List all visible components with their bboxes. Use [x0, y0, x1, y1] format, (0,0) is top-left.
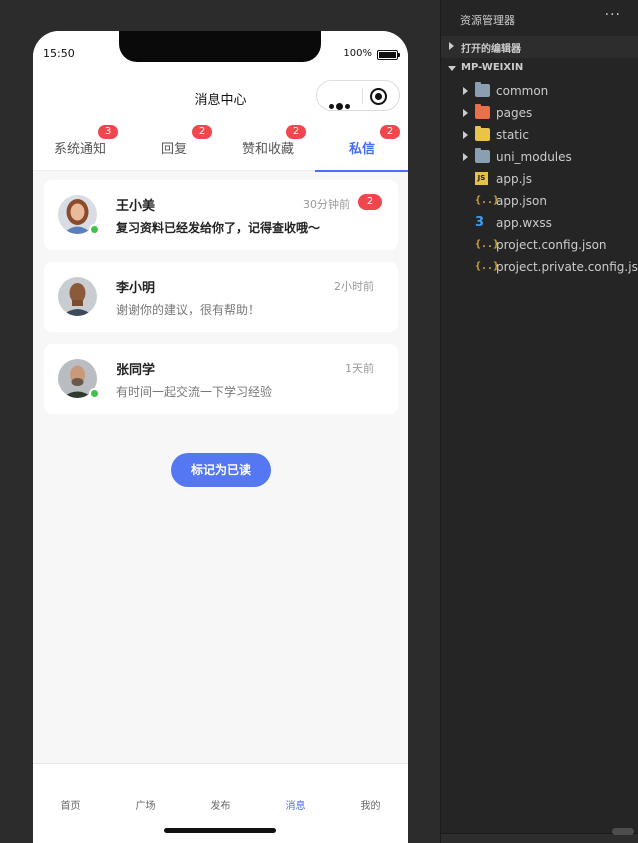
tree-label: app.json: [496, 194, 547, 208]
tree-item-app-wxss[interactable]: 3 app.wxss: [441, 212, 638, 234]
chevron-right-icon: [463, 87, 468, 95]
explorer-panel: 资源管理器 ··· 打开的编辑器 MP-WEIXIN common pages …: [440, 0, 638, 843]
avatar: [58, 277, 97, 316]
nav-bar: 消息中心: [33, 79, 408, 117]
static-folder-icon: [475, 126, 490, 141]
tree-label: project.config.json: [496, 238, 607, 252]
chevron-right-icon: [463, 153, 468, 161]
chevron-right-icon: [463, 109, 468, 117]
explorer-title: 资源管理器: [460, 14, 515, 27]
tree-label: project.private.config.js...: [496, 260, 638, 274]
css-file-icon: 3: [475, 215, 485, 230]
json-file-icon: {..}: [475, 239, 500, 250]
tree-item-static[interactable]: static: [441, 124, 638, 146]
tree-item-pages[interactable]: pages: [441, 102, 638, 124]
js-file-icon: JS: [475, 172, 488, 185]
phone-screen: 15:50 100% 消息中心 系统通知 3 回复 2 赞和收藏 2 私信 2 …: [33, 31, 408, 843]
phone-notch: [119, 31, 321, 62]
chevron-down-icon: [448, 66, 456, 71]
sender-name: 王小美: [116, 199, 156, 214]
message-preview: 复习资料已经发给你了，记得查收哦～: [116, 221, 321, 235]
tabbar-square[interactable]: 广场: [108, 797, 183, 812]
mark-as-read-button[interactable]: 标记为已读: [171, 453, 271, 487]
pages-folder-icon: [475, 104, 490, 119]
active-tab-underline: [315, 170, 408, 172]
tree-item-app-js[interactable]: JS app.js: [441, 168, 638, 190]
tab-label: 私信: [348, 142, 375, 157]
tree-item-project-private-config[interactable]: {..} project.private.config.js...: [441, 256, 638, 278]
tree-item-app-json[interactable]: {..} app.json: [441, 190, 638, 212]
tree-label: static: [496, 128, 529, 142]
project-section[interactable]: MP-WEIXIN: [441, 58, 638, 80]
message-card[interactable]: 王小美 30分钟前 2 复习资料已经发给你了，记得查收哦～: [44, 180, 398, 250]
tab-badge: 2: [380, 125, 400, 139]
chevron-right-icon: [449, 42, 454, 50]
message-preview: 有时间一起交流一下学习经验: [116, 385, 273, 399]
message-time: 2小时前: [334, 280, 374, 293]
outline-section-bar[interactable]: [441, 833, 638, 843]
json-file-icon: {..}: [475, 261, 500, 272]
tabbar-publish[interactable]: 发布: [183, 797, 258, 812]
tree-item-common[interactable]: common: [441, 80, 638, 102]
message-card[interactable]: 张同学 1天前 有时间一起交流一下学习经验: [44, 344, 398, 414]
tree-label: uni_modules: [496, 150, 572, 164]
tab-label: 系统通知: [53, 142, 106, 157]
section-label: 打开的编辑器: [461, 44, 521, 55]
unread-count-badge: 2: [358, 194, 382, 210]
tab-likes-favorites[interactable]: 赞和收藏 2: [221, 117, 315, 171]
open-editors-section[interactable]: 打开的编辑器: [441, 36, 638, 58]
message-preview: 谢谢你的建议，很有帮助！: [116, 303, 261, 317]
folder-icon: [475, 82, 490, 97]
section-label: MP-WEIXIN: [461, 62, 524, 73]
capsule-divider: [362, 89, 363, 104]
folder-icon: [475, 148, 490, 163]
battery-icon: [377, 50, 398, 60]
home-indicator: [164, 828, 276, 833]
more-actions-icon[interactable]: ···: [605, 7, 621, 23]
tabbar-home[interactable]: 首页: [33, 797, 108, 812]
miniprogram-capsule: [316, 80, 400, 111]
message-time: 30分钟前: [303, 198, 350, 211]
tab-label: 赞和收藏: [241, 142, 294, 157]
tree-label: common: [496, 84, 549, 98]
json-file-icon: {..}: [475, 195, 500, 206]
scrollbar-thumb[interactable]: [612, 828, 634, 835]
tree-item-uni-modules[interactable]: uni_modules: [441, 146, 638, 168]
sender-name: 李小明: [116, 281, 156, 296]
tree-item-project-config[interactable]: {..} project.config.json: [441, 234, 638, 256]
tree-label: app.wxss: [496, 216, 552, 230]
status-time: 15:50: [43, 47, 75, 60]
battery-percent: 100%: [343, 48, 372, 59]
battery-tip-icon: [398, 53, 400, 57]
online-status-dot: [89, 224, 100, 235]
close-target-icon[interactable]: [370, 88, 387, 105]
tree-label: pages: [496, 106, 533, 120]
online-status-dot: [89, 388, 100, 399]
tree-label: app.js: [496, 172, 532, 186]
tab-system-notice[interactable]: 系统通知 3: [33, 117, 127, 171]
message-time: 1天前: [345, 362, 374, 375]
message-card[interactable]: 李小明 2小时前 谢谢你的建议，很有帮助！: [44, 262, 398, 332]
tab-badge: 3: [98, 125, 118, 139]
tab-badge: 2: [286, 125, 306, 139]
message-tabs: 系统通知 3 回复 2 赞和收藏 2 私信 2: [33, 117, 408, 172]
tab-label: 回复: [160, 142, 187, 157]
tabbar-mine[interactable]: 我的: [333, 797, 408, 812]
tab-reply[interactable]: 回复 2: [127, 117, 221, 171]
tab-badge: 2: [192, 125, 212, 139]
simulator-area: 15:50 100% 消息中心 系统通知 3 回复 2 赞和收藏 2 私信 2 …: [0, 0, 440, 843]
explorer-header: 资源管理器 ···: [441, 0, 638, 36]
chevron-right-icon: [463, 131, 468, 139]
more-dots-icon[interactable]: [329, 94, 352, 113]
tabbar-messages[interactable]: 消息: [258, 797, 333, 812]
tab-private-message[interactable]: 私信 2: [315, 117, 408, 172]
sender-name: 张同学: [116, 363, 156, 378]
